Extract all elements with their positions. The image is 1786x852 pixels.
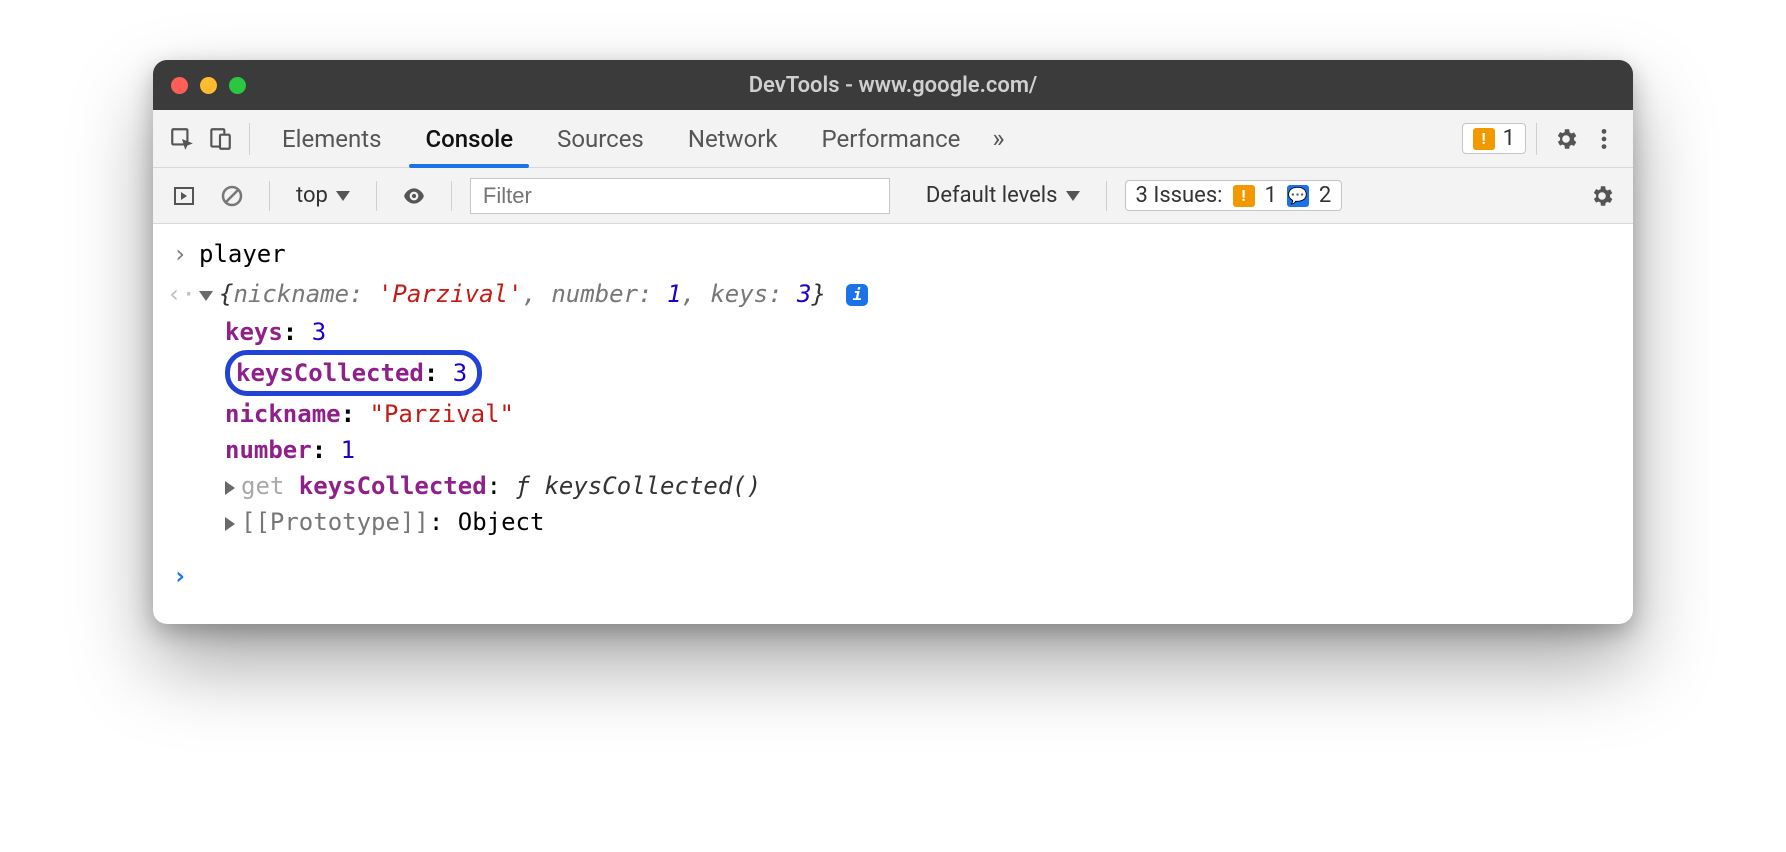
object-property-keys[interactable]: keys: 3: [167, 314, 1619, 350]
object-preview[interactable]: {nickname: 'Parzival', number: 1, keys: …: [199, 276, 868, 312]
console-input-row: › player: [167, 234, 1619, 274]
separator: [451, 181, 452, 211]
tabs-overflow-icon[interactable]: »: [982, 110, 1014, 167]
prop-key-keyscollected: keysCollected: [236, 359, 424, 387]
getter-signature: ƒ keysCollected(): [516, 472, 762, 500]
separator: [1106, 181, 1107, 211]
issues-button[interactable]: 3 Issues: ! 1 💬 2: [1125, 180, 1343, 211]
more-menu-icon[interactable]: [1585, 120, 1623, 158]
preview-val-nickname: 'Parzival': [378, 280, 523, 308]
object-property-number[interactable]: number: 1: [167, 432, 1619, 468]
context-selector[interactable]: top: [288, 183, 358, 208]
filter-input[interactable]: [470, 178, 890, 214]
prop-val-keys: 3: [312, 318, 326, 346]
console-prompt-row[interactable]: ›: [167, 556, 1619, 596]
live-expression-icon[interactable]: [395, 177, 433, 215]
disclosure-right-icon[interactable]: [225, 481, 235, 495]
separator: [376, 181, 377, 211]
preview-val-number: 1: [667, 280, 681, 308]
separator: [1536, 123, 1537, 155]
settings-icon[interactable]: [1547, 120, 1585, 158]
brace-close: }: [811, 280, 825, 308]
device-toolbar-icon[interactable]: [201, 120, 239, 158]
warning-icon: !: [1233, 185, 1255, 207]
devtools-window: DevTools - www.google.com/ Elements Cons…: [153, 60, 1633, 624]
issues-label: 3 Issues:: [1136, 183, 1223, 208]
console-settings-icon[interactable]: [1583, 177, 1621, 215]
console-input-text[interactable]: player: [199, 236, 286, 272]
object-property-prototype[interactable]: [[Prototype]]: Object: [167, 504, 1619, 540]
highlight-annotation: keysCollected: 3: [225, 350, 482, 396]
console-toolbar: top Default levels 3 Issues: ! 1 💬 2: [153, 168, 1633, 224]
toggle-sidebar-icon[interactable]: [165, 177, 203, 215]
inspect-element-icon[interactable]: [163, 120, 201, 158]
object-property-keyscollected[interactable]: keysCollected: 3: [167, 350, 1619, 396]
object-property-getter[interactable]: get keysCollected: ƒ keysCollected(): [167, 468, 1619, 504]
disclosure-down-icon[interactable]: [199, 291, 213, 301]
console-output-row: ‹· {nickname: 'Parzival', number: 1, key…: [167, 274, 1619, 314]
console-warnings-badge[interactable]: ! 1: [1462, 123, 1526, 154]
prop-key-nickname: nickname: [225, 400, 341, 428]
tab-console[interactable]: Console: [403, 110, 535, 167]
info-icon: 💬: [1287, 185, 1309, 207]
object-property-nickname[interactable]: nickname: "Parzival": [167, 396, 1619, 432]
info-badge-icon[interactable]: i: [846, 284, 868, 306]
context-selector-label: top: [296, 183, 328, 208]
tab-performance[interactable]: Performance: [800, 110, 983, 167]
chevron-down-icon: [336, 191, 350, 201]
brace-open: {: [219, 280, 233, 308]
preview-key-keys: keys:: [710, 280, 782, 308]
clear-console-icon[interactable]: [213, 177, 251, 215]
tab-sources[interactable]: Sources: [535, 110, 666, 167]
preview-key-nickname: nickname:: [233, 280, 363, 308]
levels-selector-label: Default levels: [926, 183, 1058, 208]
tab-network[interactable]: Network: [666, 110, 800, 167]
issues-info-count: 2: [1319, 183, 1331, 208]
titlebar: DevTools - www.google.com/: [153, 60, 1633, 110]
prop-val-prototype: Object: [458, 508, 545, 536]
preview-key-number: number:: [551, 280, 652, 308]
separator: [249, 123, 250, 155]
devtools-tab-bar: Elements Console Sources Network Perform…: [153, 110, 1633, 168]
close-window-icon[interactable]: [171, 77, 188, 94]
maximize-window-icon[interactable]: [229, 77, 246, 94]
warning-icon: !: [1473, 128, 1495, 150]
prop-val-nickname: "Parzival": [370, 400, 515, 428]
traffic-lights: [153, 77, 246, 94]
console-pane: › player ‹· {nickname: 'Parzival', numbe…: [153, 224, 1633, 624]
disclosure-right-icon[interactable]: [225, 517, 235, 531]
prop-key-number: number: [225, 436, 312, 464]
preview-val-keys: 3: [797, 280, 811, 308]
preview-sep1: ,: [522, 280, 551, 308]
issues-warn-count: 1: [1265, 183, 1277, 208]
window-title: DevTools - www.google.com/: [153, 73, 1633, 98]
getter-name: keysCollected: [299, 472, 487, 500]
separator: [269, 181, 270, 211]
tab-elements[interactable]: Elements: [260, 110, 403, 167]
minimize-window-icon[interactable]: [200, 77, 217, 94]
warning-count: 1: [1503, 126, 1515, 151]
prop-val-number: 1: [341, 436, 355, 464]
preview-sep2: ,: [681, 280, 710, 308]
output-icon: ‹·: [167, 276, 193, 312]
chevron-down-icon: [1066, 191, 1080, 201]
getter-prefix: get: [241, 472, 299, 500]
prop-val-keyscollected: 3: [453, 359, 467, 387]
prompt-icon: ›: [167, 236, 193, 272]
prompt-icon: ›: [167, 558, 193, 594]
prop-key-prototype: [[Prototype]]: [241, 508, 429, 536]
prop-key-keys: keys: [225, 318, 283, 346]
levels-selector[interactable]: Default levels: [918, 183, 1088, 208]
